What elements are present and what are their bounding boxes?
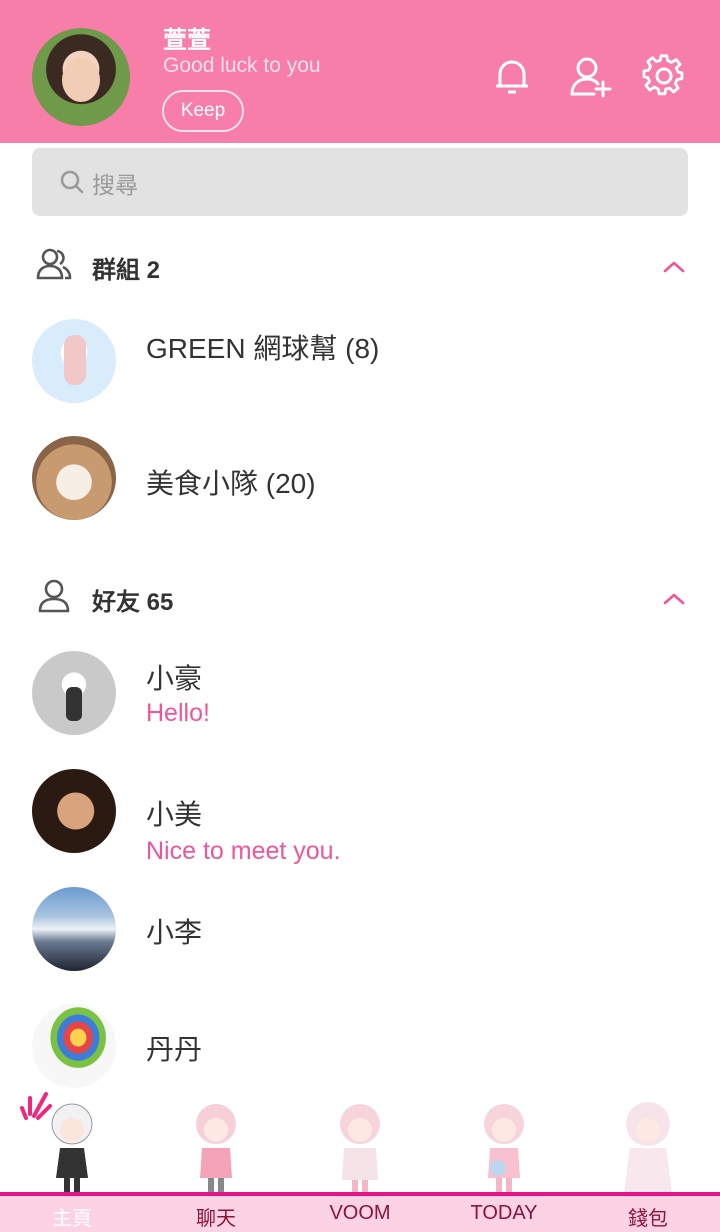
chevron-up-icon[interactable] <box>660 586 688 610</box>
friend-status: Nice to meet you. <box>146 837 341 865</box>
tab-wallet[interactable]: 錢包 <box>576 1084 720 1232</box>
group-item-green[interactable]: GREEN 網球幫 (8) <box>0 319 720 439</box>
avatar <box>32 887 116 971</box>
chat-character-icon <box>184 1098 248 1194</box>
groups-section-header[interactable]: 群組 2 <box>0 236 720 296</box>
today-character-icon <box>472 1098 536 1194</box>
friends-section-header[interactable]: 好友 65 <box>0 568 720 628</box>
home-character-icon <box>40 1098 104 1194</box>
group-name: GREEN 網球幫 (8) <box>146 333 380 364</box>
add-friend-icon[interactable] <box>568 54 612 98</box>
person-icon <box>36 578 72 614</box>
friend-name: 小李 <box>146 917 203 948</box>
profile-name[interactable]: 萱萱 <box>163 20 211 55</box>
bell-icon[interactable] <box>490 54 534 98</box>
keep-button[interactable]: Keep <box>162 90 244 132</box>
friend-item[interactable]: 小豪 Hello! <box>0 651 720 771</box>
search-placeholder: 搜尋 <box>92 172 138 198</box>
chevron-up-icon[interactable] <box>660 254 688 278</box>
wallet-character-icon <box>616 1098 680 1194</box>
gear-icon[interactable] <box>642 54 686 98</box>
tab-label: 主頁 <box>52 1208 92 1230</box>
group-icon <box>36 246 72 282</box>
group-name: 美食小隊 (20) <box>146 468 316 499</box>
avatar <box>32 319 116 403</box>
avatar <box>32 1004 116 1088</box>
tab-label: TODAY <box>470 1202 538 1224</box>
profile-avatar[interactable] <box>32 28 130 126</box>
group-item-food[interactable]: 美食小隊 (20) <box>0 436 720 556</box>
friend-item[interactable]: 小美 Nice to meet you. <box>0 769 720 889</box>
avatar <box>32 651 116 735</box>
tab-label: 錢包 <box>628 1208 668 1230</box>
friend-name: 丹丹 <box>146 1034 203 1065</box>
tab-label: VOOM <box>329 1202 391 1224</box>
search-icon <box>58 168 86 196</box>
groups-title: 群組 2 <box>92 257 161 284</box>
friend-item[interactable]: 小李 <box>0 887 720 1007</box>
friend-name: 小豪 <box>146 663 203 694</box>
tab-today[interactable]: TODAY <box>432 1084 576 1232</box>
friends-title: 好友 65 <box>92 589 174 616</box>
bottom-tab-bar: 主頁 聊天 VOOM TODAY 錢包 <box>0 1084 720 1232</box>
tab-chat[interactable]: 聊天 <box>144 1084 288 1232</box>
tab-label: 聊天 <box>196 1208 236 1230</box>
search-input[interactable]: 搜尋 <box>32 148 688 216</box>
friend-status: Hello! <box>146 699 210 727</box>
tab-home[interactable]: 主頁 <box>0 1084 144 1232</box>
tab-voom[interactable]: VOOM <box>288 1084 432 1232</box>
profile-header: 萱萱 Good luck to you Keep <box>0 0 720 143</box>
avatar <box>32 436 116 520</box>
voom-character-icon <box>328 1098 392 1194</box>
friend-name: 小美 <box>146 799 203 830</box>
avatar <box>32 769 116 853</box>
profile-status-message[interactable]: Good luck to you <box>163 54 321 78</box>
